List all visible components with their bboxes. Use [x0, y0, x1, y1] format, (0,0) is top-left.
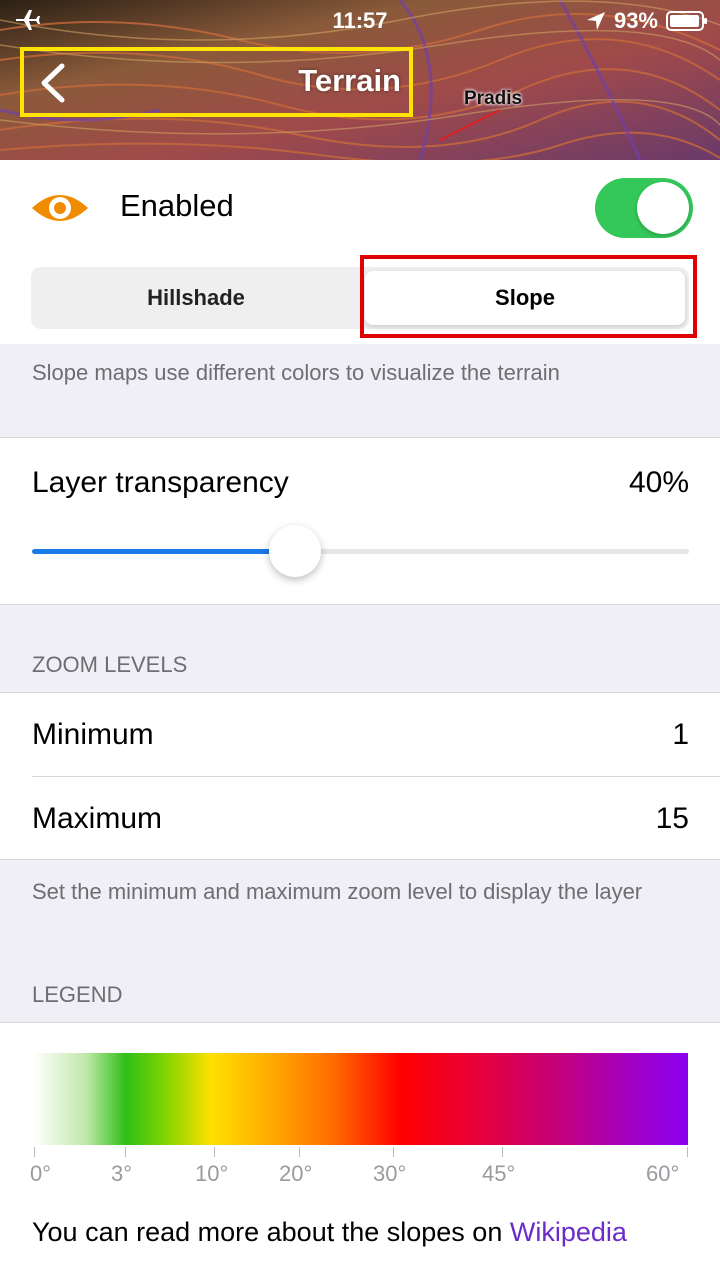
location-arrow-icon [586, 12, 605, 30]
slope-color-gradient [34, 1053, 688, 1145]
legend-tick-label: 45° [482, 1161, 516, 1186]
legend-tick [299, 1147, 300, 1157]
wikipedia-link[interactable]: Wikipedia [510, 1217, 627, 1247]
zoom-description: Set the minimum and maximum zoom level t… [32, 879, 643, 904]
zoom-levels-card: Minimum 1 Maximum 15 [0, 692, 720, 860]
page-title: Terrain [298, 63, 401, 98]
enabled-toggle[interactable] [595, 178, 693, 238]
transparency-label: Layer transparency [32, 466, 289, 499]
legend-footer-text: You can read more about the slopes on [32, 1217, 510, 1247]
map-header: 11:57 93% Terrain Pradis [0, 0, 720, 160]
slope-description: Slope maps use different colors to visua… [32, 360, 560, 385]
legend-tick-label: 10° [195, 1161, 229, 1186]
legend-tick-label: 30° [373, 1161, 407, 1186]
battery-icon [666, 11, 707, 31]
zoom-maximum-label: Maximum [32, 802, 163, 835]
legend-tick-label: 0° [30, 1161, 52, 1186]
map-place-label: Pradis [464, 88, 523, 109]
legend-tick [502, 1147, 503, 1157]
zoom-maximum-row[interactable]: Maximum 15 [32, 777, 720, 860]
toggle-knob [637, 182, 689, 234]
enabled-label: Enabled [120, 188, 234, 223]
legend-header: LEGEND [32, 982, 123, 1007]
legend-footer: You can read more about the slopes on Wi… [32, 1217, 627, 1248]
zoom-minimum-label: Minimum [32, 718, 154, 751]
battery-percent: 93% [613, 8, 658, 33]
segment-hillshade[interactable]: Hillshade [35, 271, 357, 325]
legend-tick [125, 1147, 126, 1157]
legend-tick-label: 60° [646, 1161, 680, 1186]
nav-bar: Terrain [20, 47, 413, 117]
legend-card: 0° 3° 10° 20° 30° 45° 60° You can read m… [0, 1022, 720, 1280]
legend-tick [34, 1147, 35, 1157]
transparency-slider-thumb[interactable] [268, 525, 321, 577]
status-right: 93% [586, 8, 708, 34]
legend-tick [214, 1147, 215, 1157]
legend-tick-label: 20° [279, 1161, 313, 1186]
legend-tick-label: 3° [111, 1161, 133, 1186]
legend-tick [393, 1147, 394, 1157]
zoom-levels-header: ZOOM LEVELS [32, 652, 188, 677]
back-chevron-icon[interactable] [38, 63, 68, 103]
zoom-maximum-value: 15 [655, 802, 689, 835]
transparency-value: 40% [628, 466, 689, 499]
transparency-slider-fill [32, 549, 295, 554]
transparency-slider-track[interactable] [32, 549, 689, 554]
eye-icon [32, 195, 88, 221]
slope-highlight-box [360, 255, 697, 338]
status-bar: 11:57 93% [0, 0, 720, 40]
transparency-card: Layer transparency 40% [0, 437, 720, 605]
zoom-minimum-value: 1 [672, 718, 689, 751]
legend-tick [687, 1147, 688, 1157]
zoom-minimum-row[interactable]: Minimum 1 [32, 693, 720, 776]
